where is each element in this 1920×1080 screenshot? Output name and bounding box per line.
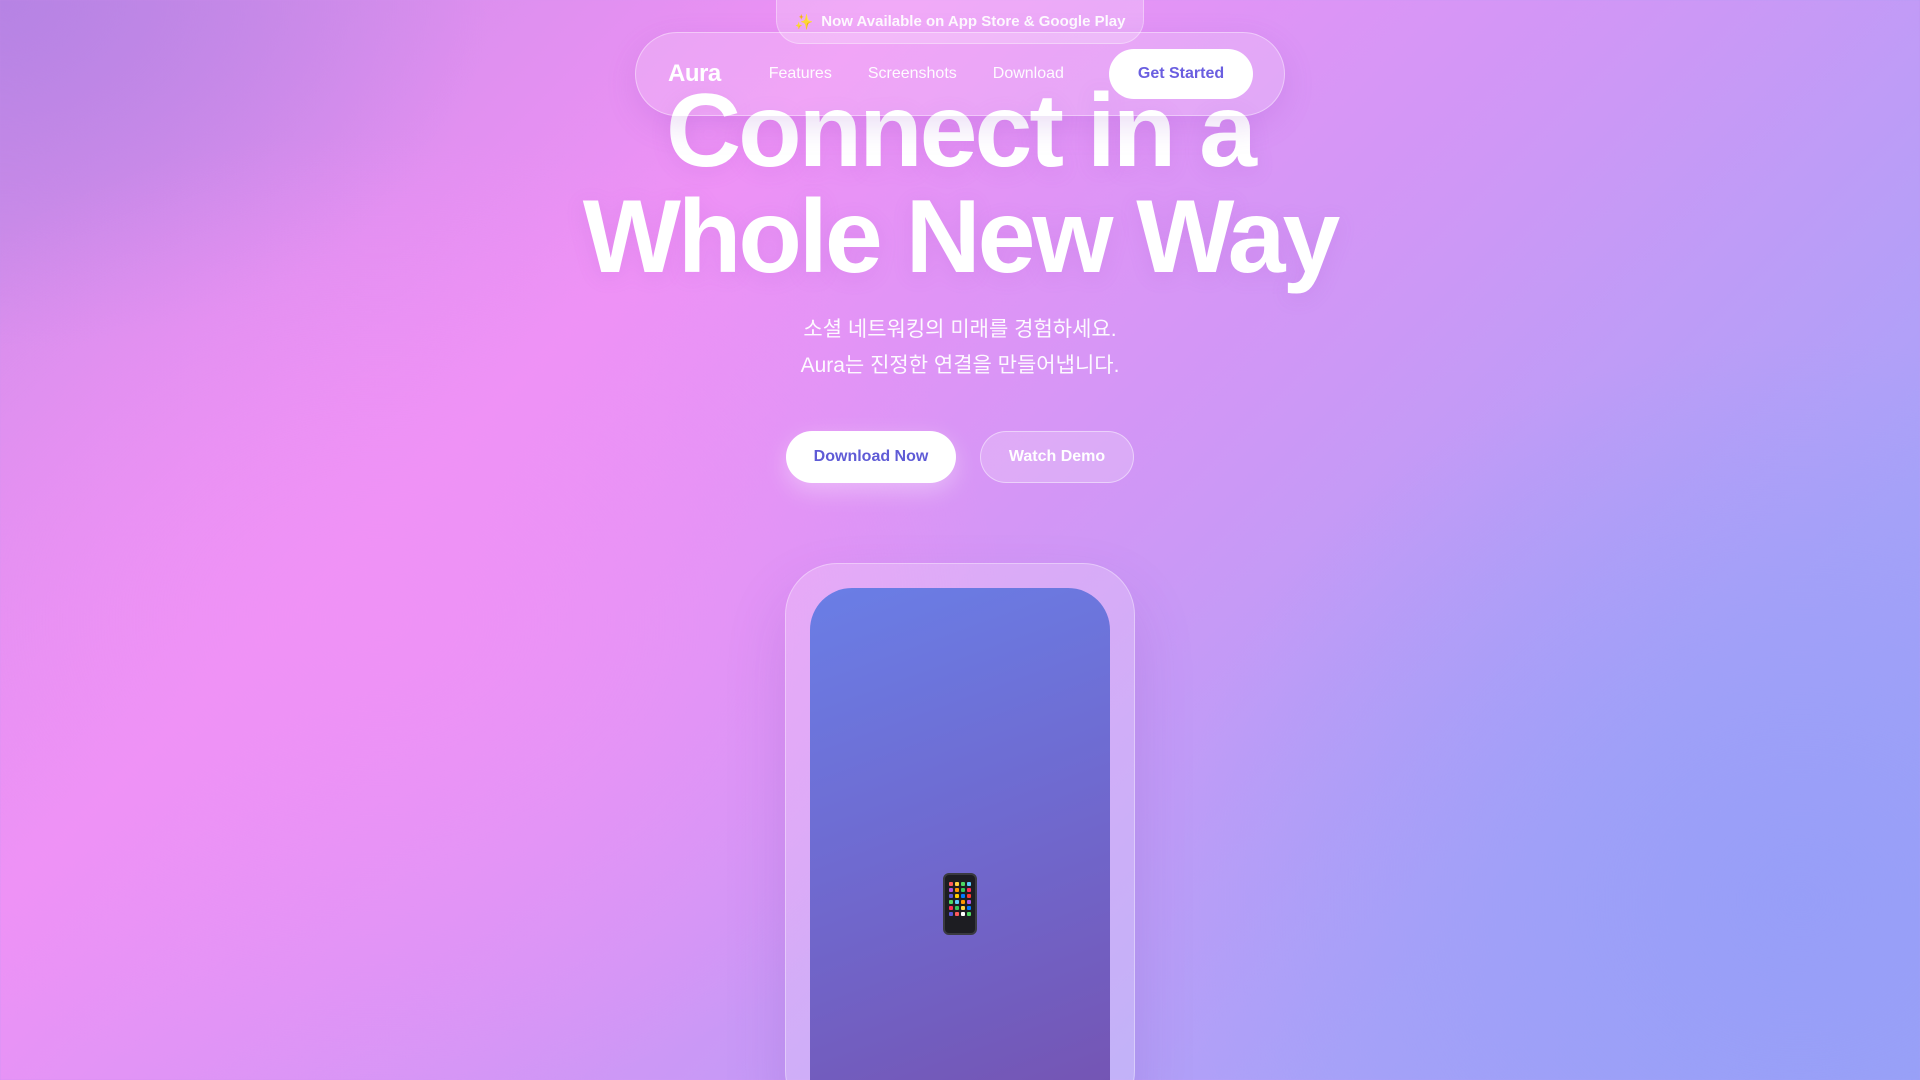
hero-subtitle-line-2: Aura는 진정한 연결을 만들어냅니다. [800,354,1120,377]
nav-links: Features Screenshots Download [769,65,1064,83]
sparkles-icon: ✨ [794,13,814,31]
hero-subtitle: 소셜 네트워킹의 미래를 경험하세요. Aura는 진정한 연결을 만들어냅니다… [0,312,1920,384]
nav-link-download[interactable]: Download [993,65,1064,83]
navbar: Aura Features Screenshots Download Get S… [635,32,1285,116]
phone-mockup [785,563,1135,1080]
get-started-button[interactable]: Get Started [1109,49,1253,99]
hero-subtitle-line-1: 소셜 네트워킹의 미래를 경험하세요. [803,318,1117,341]
download-now-button[interactable]: Download Now [786,431,956,483]
nav-link-screenshots[interactable]: Screenshots [868,65,957,83]
hero-title-line-2: Whole New Way [582,179,1341,295]
logo[interactable]: Aura [668,60,721,88]
phone-screen [810,588,1110,1080]
watch-demo-button[interactable]: Watch Demo [980,431,1134,483]
announcement-text: Now Available on App Store & Google Play [821,13,1126,30]
mobile-phone-icon [943,873,977,935]
nav-link-features[interactable]: Features [769,65,832,83]
